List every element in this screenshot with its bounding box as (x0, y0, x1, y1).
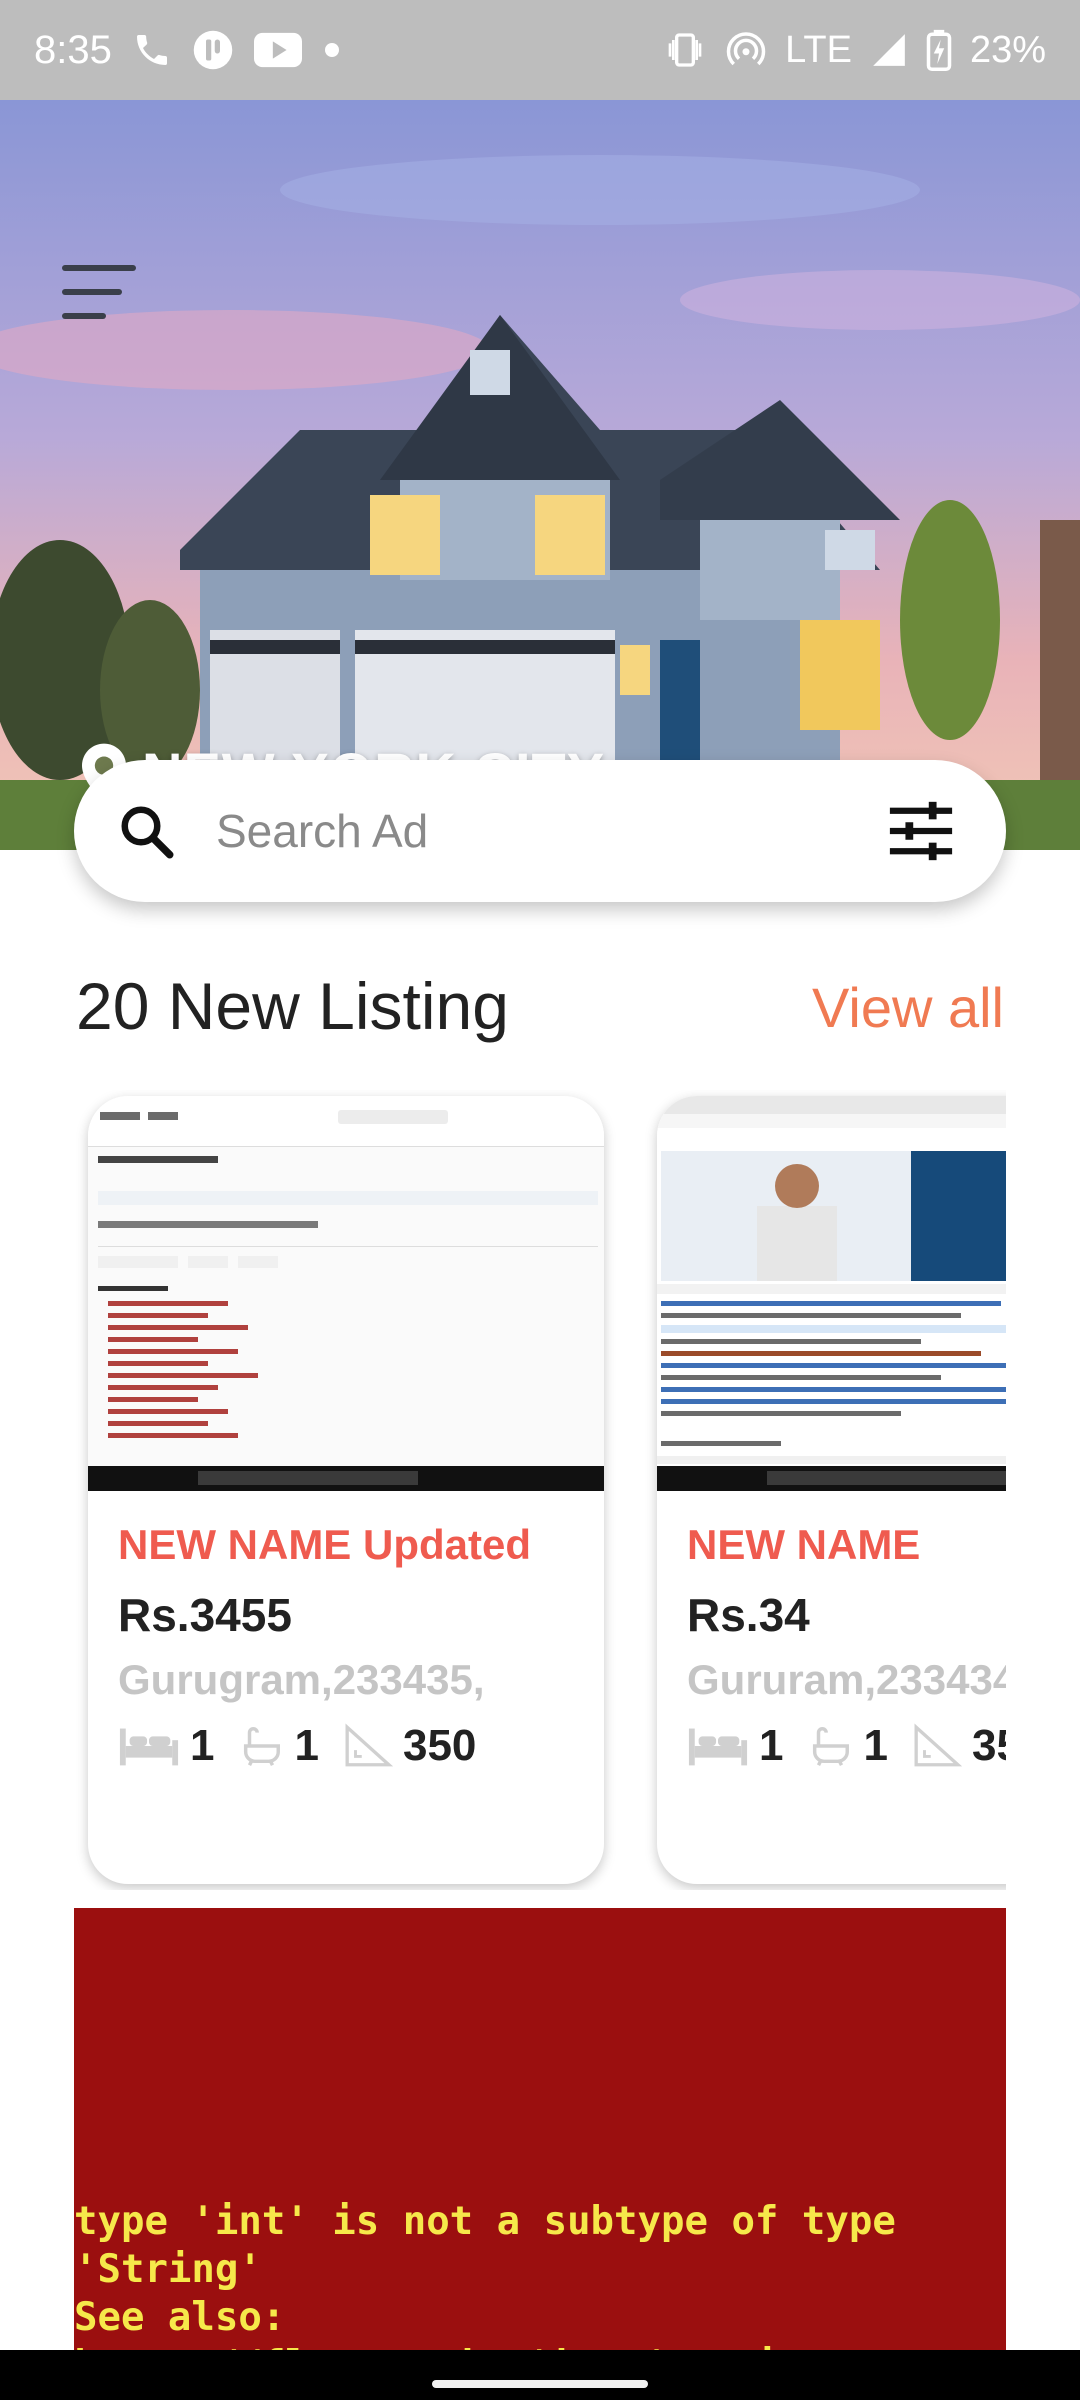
status-time: 8:35 (34, 27, 112, 72)
baths-feature: 1 (807, 1721, 888, 1771)
beds-feature: 1 (118, 1721, 214, 1771)
bed-icon (687, 1724, 749, 1768)
battery-charging-icon (926, 29, 952, 71)
listing-count-title: 20 New Listing (76, 969, 509, 1043)
hero-banner: NEW YORK CITY (0, 100, 1080, 850)
home-gesture-handle[interactable] (432, 2380, 648, 2388)
baths-count: 1 (294, 1721, 319, 1770)
battery-level: 23% (969, 28, 1046, 71)
network-type: LTE (785, 28, 852, 71)
error-message: type 'int' is not a subtype of type 'Str… (74, 2199, 896, 2350)
listing-features: 1 1 35 (687, 1721, 1006, 1771)
listing-carousel[interactable]: NEW NAME Updated Rs.3455 Gurugram,233435… (0, 1090, 1006, 1890)
bathtub-icon (807, 1723, 853, 1769)
browser-devtools-screenshot-image (657, 1096, 1006, 1491)
beds-count: 1 (190, 1721, 215, 1770)
area-feature: 350 (343, 1721, 476, 1771)
listing-name: NEW NAME Updated (118, 1521, 531, 1568)
filter-sliders-icon[interactable] (886, 801, 956, 861)
baths-feature: 1 (238, 1721, 319, 1771)
hotspot-icon (725, 29, 767, 71)
listing-image (657, 1096, 1006, 1491)
baths-count: 1 (863, 1721, 888, 1770)
search-icon[interactable] (116, 801, 176, 861)
area-value: 350 (402, 1721, 477, 1770)
menu-icon (62, 265, 136, 271)
listing-location: Gururam,233434 (687, 1656, 1006, 1703)
listing-price: Rs.3455 (118, 1589, 292, 1641)
bathtub-icon (238, 1723, 284, 1769)
listing-price: Rs.34 (687, 1589, 810, 1641)
view-all-link[interactable]: View all (812, 975, 1004, 1040)
area-ruler-icon (343, 1723, 393, 1769)
status-bar: 8:35 LTE 23% (0, 0, 1080, 100)
listing-card[interactable]: NEW NAME Rs.34 Gururam,233434 1 1 35 (657, 1096, 1006, 1884)
beds-count: 1 (759, 1721, 784, 1770)
listing-name: NEW NAME (687, 1521, 921, 1568)
area-value: 35 (971, 1721, 1006, 1770)
signal-icon (870, 31, 908, 69)
youtube-icon (253, 32, 302, 68)
phone-icon (132, 30, 172, 70)
listing-features: 1 1 350 (118, 1721, 490, 1771)
error-panel: type 'int' is not a subtype of type 'Str… (74, 1908, 1006, 2350)
dot-icon (322, 40, 342, 60)
navigation-bar (0, 2350, 1080, 2400)
area-ruler-icon (912, 1723, 962, 1769)
listing-image (88, 1096, 604, 1491)
house-photo (0, 100, 1080, 850)
postman-screenshot-image (88, 1096, 604, 1491)
listing-card[interactable]: NEW NAME Updated Rs.3455 Gurugram,233435… (88, 1096, 604, 1884)
beds-feature: 1 (687, 1721, 783, 1771)
app-icon (192, 29, 234, 71)
listing-location: Gurugram,233435, (118, 1656, 485, 1703)
vibrate-icon (663, 30, 707, 70)
search-input[interactable]: Search Ad (216, 804, 886, 858)
bed-icon (118, 1724, 180, 1768)
search-bar[interactable]: Search Ad (74, 760, 1006, 902)
area-feature: 35 (912, 1721, 1006, 1771)
menu-button[interactable] (62, 265, 136, 321)
